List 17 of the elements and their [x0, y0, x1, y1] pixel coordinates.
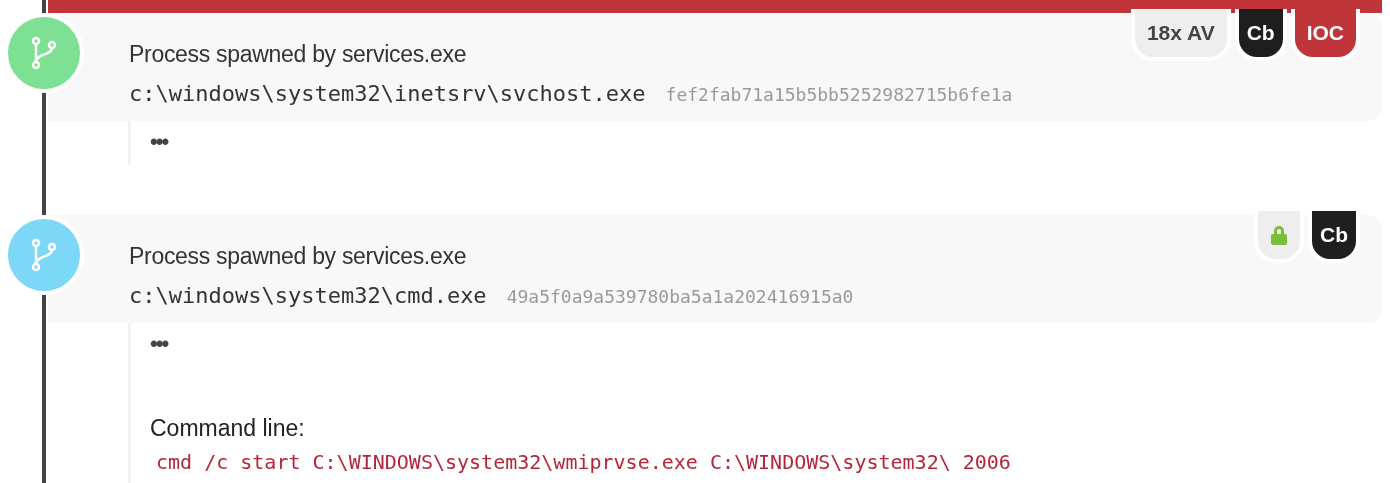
hash-text: 49a5f0a9a539780ba5a1a202416915a0: [506, 285, 854, 309]
ioc-badge: IOC: [1290, 9, 1360, 61]
more-button[interactable]: •••: [150, 331, 168, 357]
hash-text: fef2fab71a15b5bb5252982715b6fe1a: [665, 83, 1013, 107]
cb-badge: Cb: [1308, 211, 1360, 263]
more-button[interactable]: •••: [150, 129, 168, 155]
branch-icon: [31, 238, 57, 272]
process-path: c:\windows\system32\inetsrv\svchost.exe: [129, 80, 646, 108]
cb-badge: Cb: [1234, 9, 1287, 61]
event-title: Process spawned by services.exe: [129, 242, 468, 271]
command-line-text: cmd /c start C:\WINDOWS\system32\wmiprvse.exe C:\WINDOWS\system32\ 2006: [156, 449, 1012, 475]
branch-icon: [31, 36, 57, 70]
command-line-label: Command line:: [150, 414, 306, 443]
process-path: c:\windows\system32\cmd.exe: [129, 282, 487, 310]
av-count-badge: 18x AV: [1130, 9, 1231, 61]
lock-icon: [1270, 224, 1288, 246]
event-title: Process spawned by services.exe: [129, 40, 468, 69]
